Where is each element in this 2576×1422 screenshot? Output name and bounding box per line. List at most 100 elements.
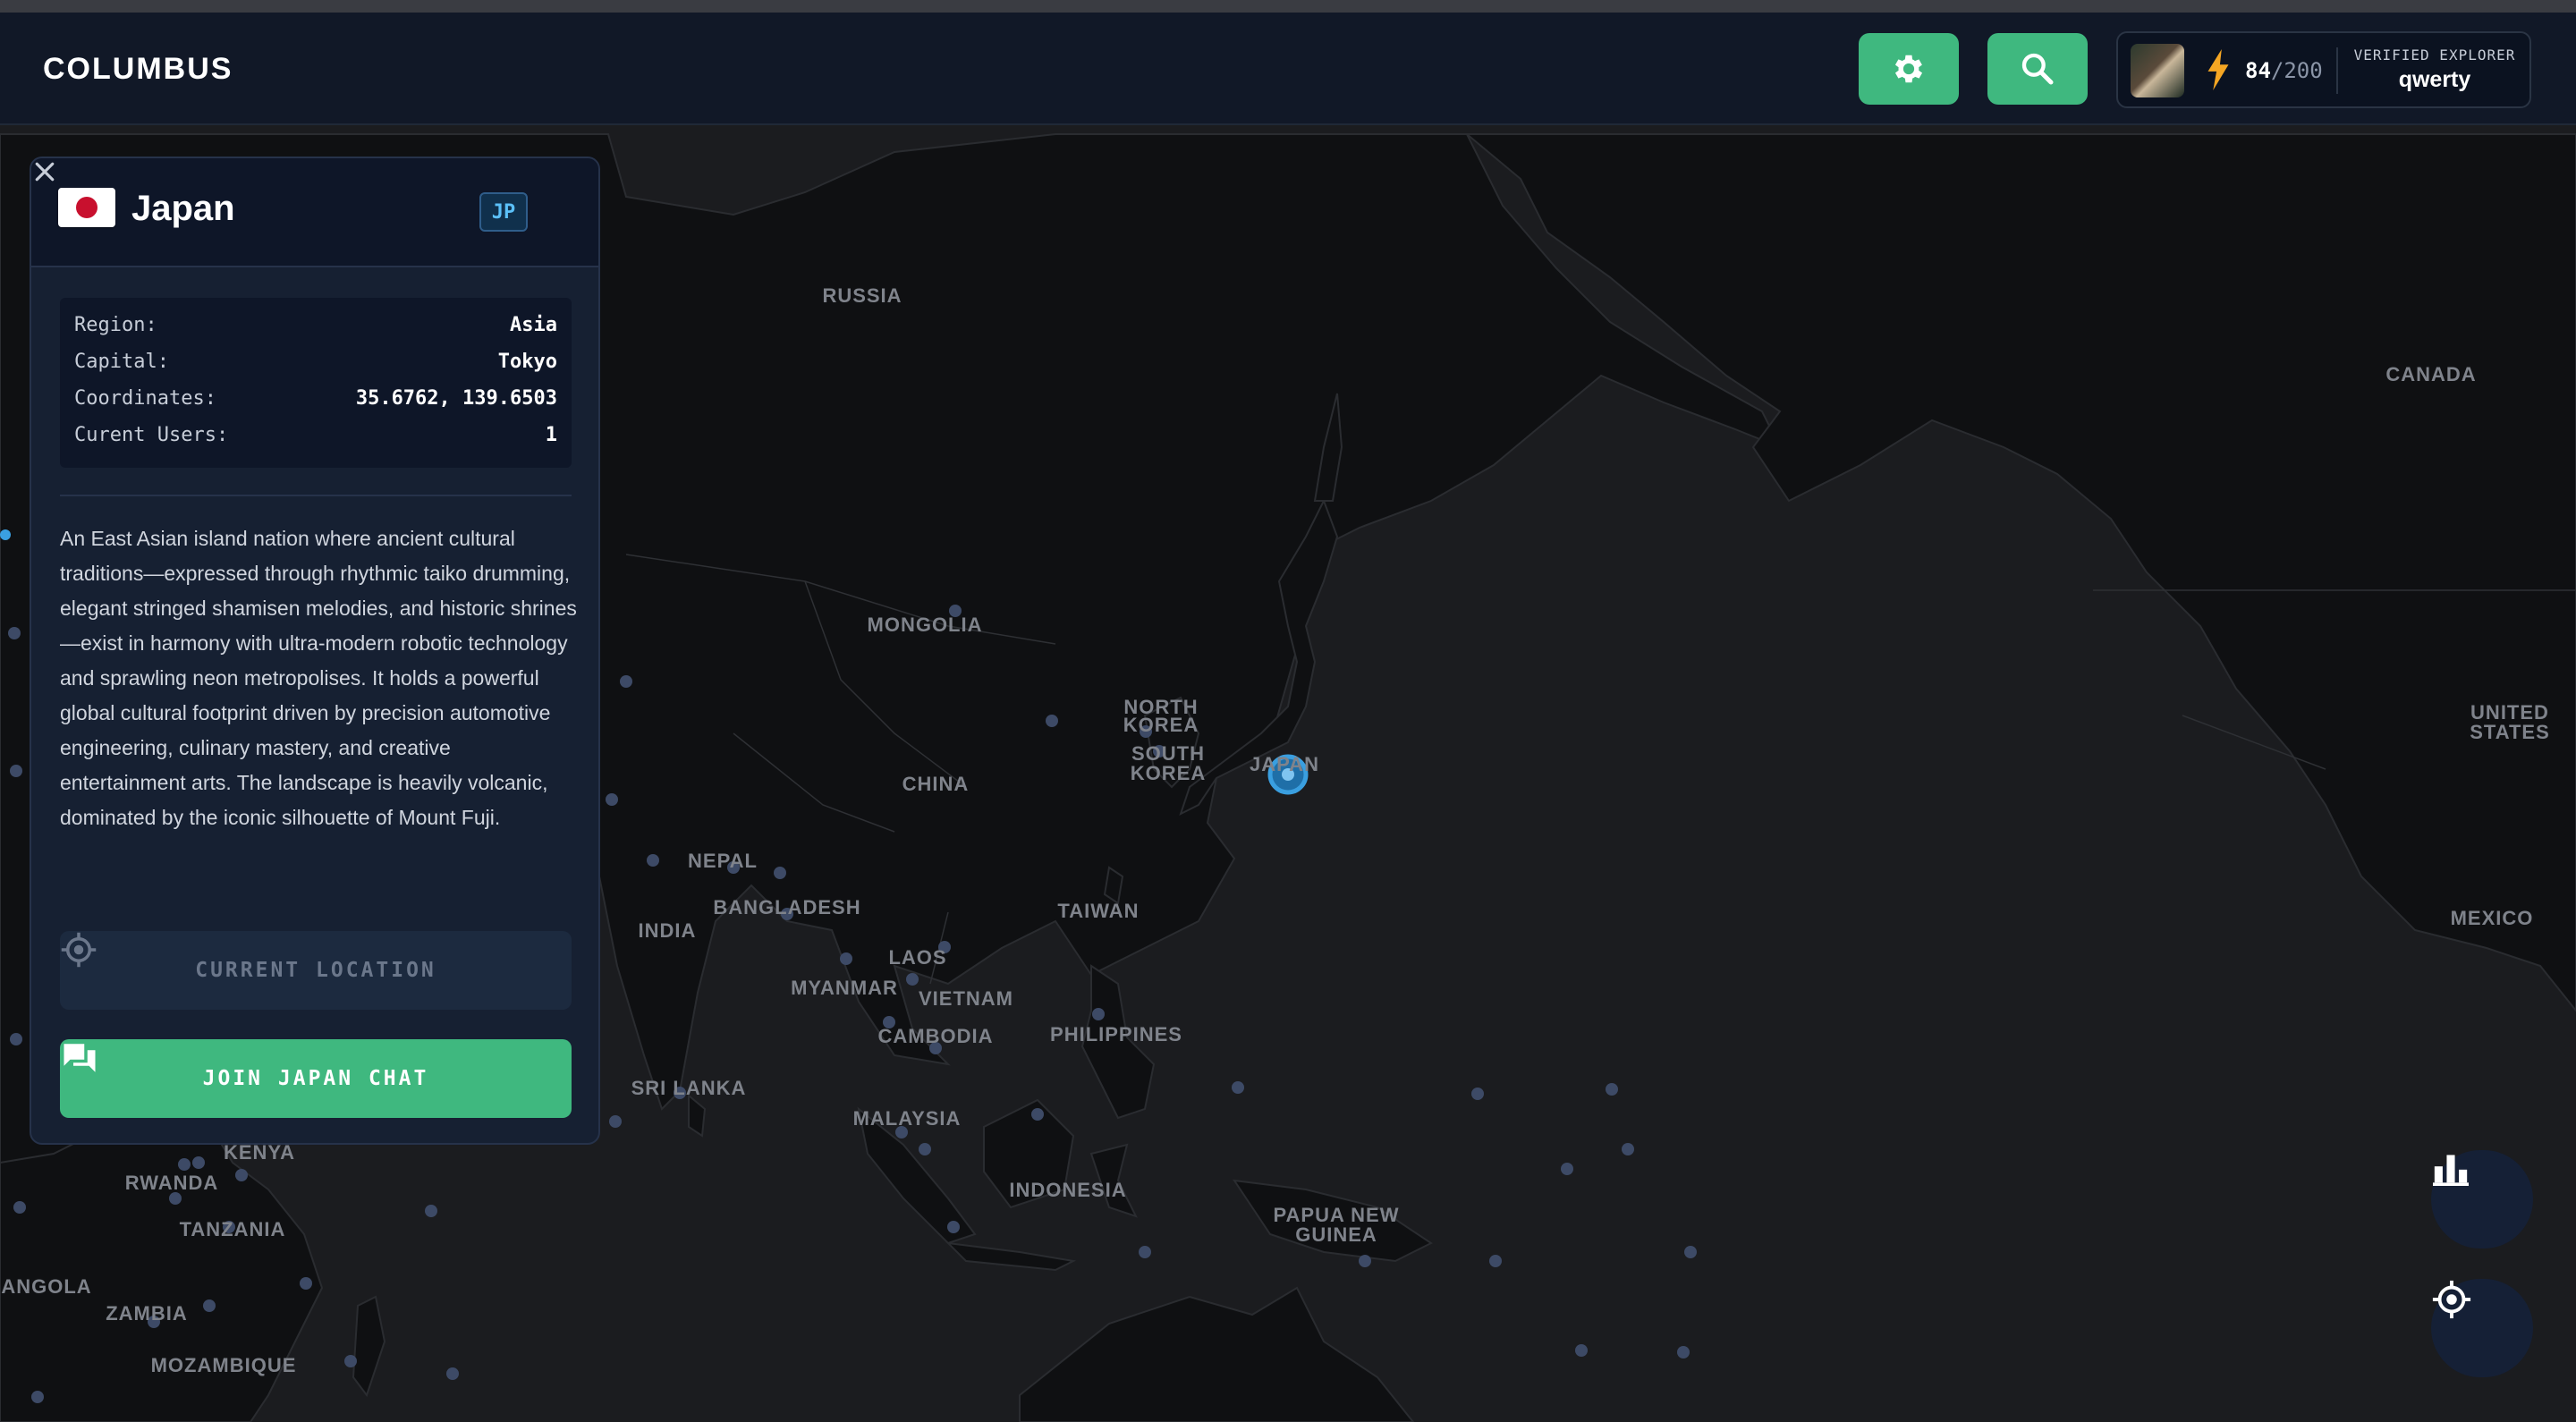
info-row-region: Region: Asia bbox=[74, 314, 557, 344]
label-indonesia: INDONESIA bbox=[1009, 1179, 1126, 1201]
map-marker bbox=[774, 867, 786, 879]
label-vietnam: VIETNAM bbox=[919, 987, 1013, 1010]
info-row-users: Curent Users: 1 bbox=[74, 424, 557, 454]
map-marker bbox=[1622, 1143, 1634, 1155]
land-north-america bbox=[1464, 133, 2576, 1012]
edge-marker bbox=[0, 529, 11, 540]
search-button[interactable] bbox=[1987, 33, 2088, 105]
map-marker bbox=[344, 1355, 357, 1367]
info-value: 35.6762, 139.6503 bbox=[355, 387, 557, 410]
label-china: CHINA bbox=[902, 773, 970, 795]
map-marker bbox=[1359, 1255, 1371, 1267]
map-marker bbox=[300, 1277, 312, 1290]
map-marker bbox=[609, 1115, 622, 1128]
country-info-panel: Japan JP Region: Asia Capital: Tokyo Coo… bbox=[30, 157, 600, 1145]
label-russia: RUSSIA bbox=[822, 284, 902, 307]
map-marker bbox=[235, 1169, 248, 1181]
label-philippines: PHILIPPINES bbox=[1050, 1023, 1182, 1045]
profile-divider bbox=[2336, 47, 2338, 94]
label-united-states-2: STATES bbox=[2470, 721, 2550, 743]
map-marker bbox=[840, 952, 852, 965]
map-marker bbox=[947, 1221, 960, 1233]
label-cambodia: CAMBODIA bbox=[878, 1025, 994, 1047]
bar-chart-icon bbox=[2433, 1155, 2469, 1186]
map-marker bbox=[203, 1299, 216, 1312]
land-java bbox=[945, 1241, 1077, 1272]
map-marker bbox=[606, 793, 618, 806]
label-zambia: ZAMBIA bbox=[106, 1302, 188, 1325]
info-row-capital: Capital: Tokyo bbox=[74, 351, 557, 381]
label-mexico: MEXICO bbox=[2451, 907, 2534, 929]
map-marker bbox=[192, 1156, 205, 1169]
map-marker bbox=[1677, 1346, 1690, 1359]
info-key: Curent Users: bbox=[74, 424, 229, 446]
label-sri-lanka: SRI LANKA bbox=[631, 1077, 747, 1099]
land-australia bbox=[1019, 1286, 1415, 1422]
settings-button[interactable] bbox=[1859, 33, 1959, 105]
map-marker bbox=[1139, 1246, 1151, 1258]
map-marker bbox=[1606, 1083, 1618, 1096]
map-marker bbox=[647, 854, 659, 867]
world-map[interactable]: RUSSIA CANADA MONGOLIA NORTH KOREA SOUTH… bbox=[0, 125, 2576, 1422]
info-key: Region: bbox=[74, 314, 157, 336]
close-icon[interactable] bbox=[31, 158, 58, 185]
current-location-label: CURRENT LOCATION bbox=[195, 959, 436, 982]
crosshair-icon bbox=[61, 932, 97, 968]
label-japan: JAPAN bbox=[1250, 753, 1319, 775]
label-nepal: NEPAL bbox=[688, 850, 758, 872]
label-angola: ANGOLA bbox=[1, 1275, 91, 1298]
map-marker bbox=[620, 675, 632, 688]
crosshair-icon bbox=[2432, 1280, 2471, 1319]
stats-button[interactable] bbox=[2431, 1150, 2533, 1248]
panel-header: Japan JP bbox=[31, 158, 598, 267]
label-mozambique: MOZAMBIQUE bbox=[151, 1354, 297, 1376]
verified-badge: VERIFIED EXPLORER bbox=[2353, 47, 2516, 63]
label-india: INDIA bbox=[639, 919, 697, 942]
label-mongolia: MONGOLIA bbox=[868, 614, 983, 636]
country-name: Japan bbox=[131, 189, 235, 228]
avatar[interactable] bbox=[2131, 44, 2184, 97]
map-marker bbox=[1561, 1163, 1573, 1175]
map-marker bbox=[13, 1201, 26, 1214]
land-madagascar bbox=[352, 1295, 386, 1398]
current-location-button[interactable]: CURRENT LOCATION bbox=[60, 931, 572, 1010]
search-icon bbox=[2021, 53, 2054, 85]
map-marker bbox=[1092, 1008, 1105, 1020]
map-marker bbox=[8, 627, 21, 639]
map-marker bbox=[10, 765, 22, 777]
map-marker bbox=[169, 1192, 182, 1205]
map-marker bbox=[1232, 1081, 1244, 1094]
info-value: Asia bbox=[510, 314, 557, 336]
join-chat-button[interactable]: JOIN JAPAN CHAT bbox=[60, 1039, 572, 1118]
xp-counter: 84/200 bbox=[2245, 58, 2323, 83]
label-taiwan: TAIWAN bbox=[1057, 900, 1139, 922]
label-malaysia: MALAYSIA bbox=[853, 1107, 962, 1130]
join-chat-label: JOIN JAPAN CHAT bbox=[202, 1067, 429, 1090]
username: qwerty bbox=[2398, 67, 2471, 92]
label-rwanda: RWANDA bbox=[125, 1172, 219, 1194]
label-papua-2: GUINEA bbox=[1295, 1223, 1377, 1246]
map-marker bbox=[446, 1367, 459, 1380]
map-marker bbox=[1046, 715, 1058, 727]
panel-divider bbox=[60, 495, 572, 496]
xp-separator: / bbox=[2270, 58, 2284, 83]
brand-logo[interactable]: COLUMBUS bbox=[43, 52, 233, 87]
xp-max: 200 bbox=[2284, 58, 2323, 83]
profile-card[interactable]: 84/200 VERIFIED EXPLORER qwerty bbox=[2116, 31, 2531, 108]
label-tanzania: TANZANIA bbox=[180, 1218, 286, 1240]
label-canada: CANADA bbox=[2385, 363, 2476, 385]
gear-icon bbox=[1894, 55, 1923, 83]
map-marker bbox=[1471, 1088, 1484, 1100]
map-marker bbox=[10, 1033, 22, 1045]
label-bangladesh: BANGLADESH bbox=[713, 896, 860, 918]
label-north-korea-2: KOREA bbox=[1123, 714, 1199, 736]
label-south-korea-2: KOREA bbox=[1131, 762, 1206, 784]
label-laos: LAOS bbox=[888, 946, 946, 969]
country-description: An East Asian island nation where ancien… bbox=[60, 527, 577, 829]
info-key: Coordinates: bbox=[74, 387, 216, 410]
map-marker bbox=[1489, 1255, 1502, 1267]
map-marker bbox=[31, 1391, 44, 1403]
chat-icon bbox=[64, 1044, 96, 1072]
bolt-icon bbox=[2207, 49, 2229, 90]
locate-me-button[interactable] bbox=[2431, 1279, 2533, 1377]
